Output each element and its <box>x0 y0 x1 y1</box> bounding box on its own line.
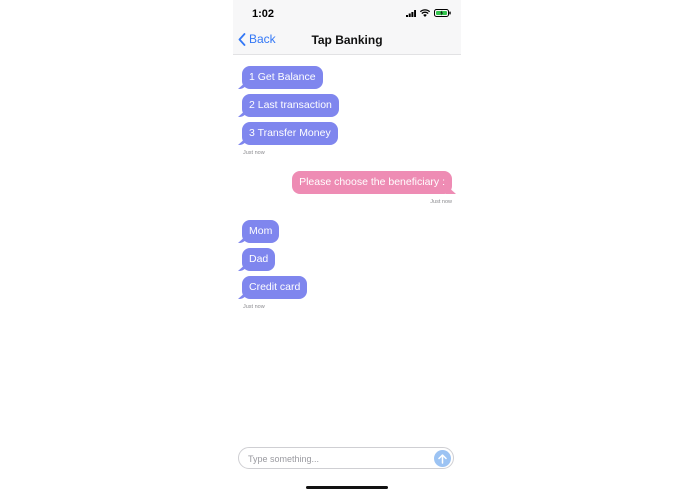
home-indicator[interactable] <box>306 486 388 489</box>
message-timestamp: Just now <box>430 199 452 205</box>
signal-icon <box>406 9 416 17</box>
top-bar: 1:02 Back Tap Banking <box>233 0 461 55</box>
message-timestamp: Just now <box>243 304 265 310</box>
message-bubble-bot[interactable]: Dad <box>242 248 276 271</box>
phone-screen: 1:02 Back Tap Banking 1 Get Balance 2 La… <box>233 0 461 494</box>
page-title: Tap Banking <box>311 33 383 47</box>
message-bubble-bot[interactable]: Mom <box>242 220 280 243</box>
message-input[interactable] <box>248 452 428 465</box>
message-bubble-user[interactable]: Please choose the beneficiary : <box>292 171 452 194</box>
message-bubble-bot[interactable]: 3 Transfer Money <box>242 122 338 145</box>
battery-charging-icon <box>434 9 451 17</box>
message-bubble-bot[interactable]: 2 Last transaction <box>242 94 339 117</box>
message-timestamp: Just now <box>243 150 265 156</box>
message-composer <box>238 447 454 469</box>
wifi-icon <box>420 9 430 17</box>
send-button[interactable] <box>434 450 451 467</box>
message-bubble-bot[interactable]: 1 Get Balance <box>242 66 323 89</box>
status-time: 1:02 <box>252 8 275 20</box>
status-icons <box>406 9 451 17</box>
message-bubble-bot[interactable]: Credit card <box>242 276 308 299</box>
arrow-up-icon <box>438 453 447 464</box>
